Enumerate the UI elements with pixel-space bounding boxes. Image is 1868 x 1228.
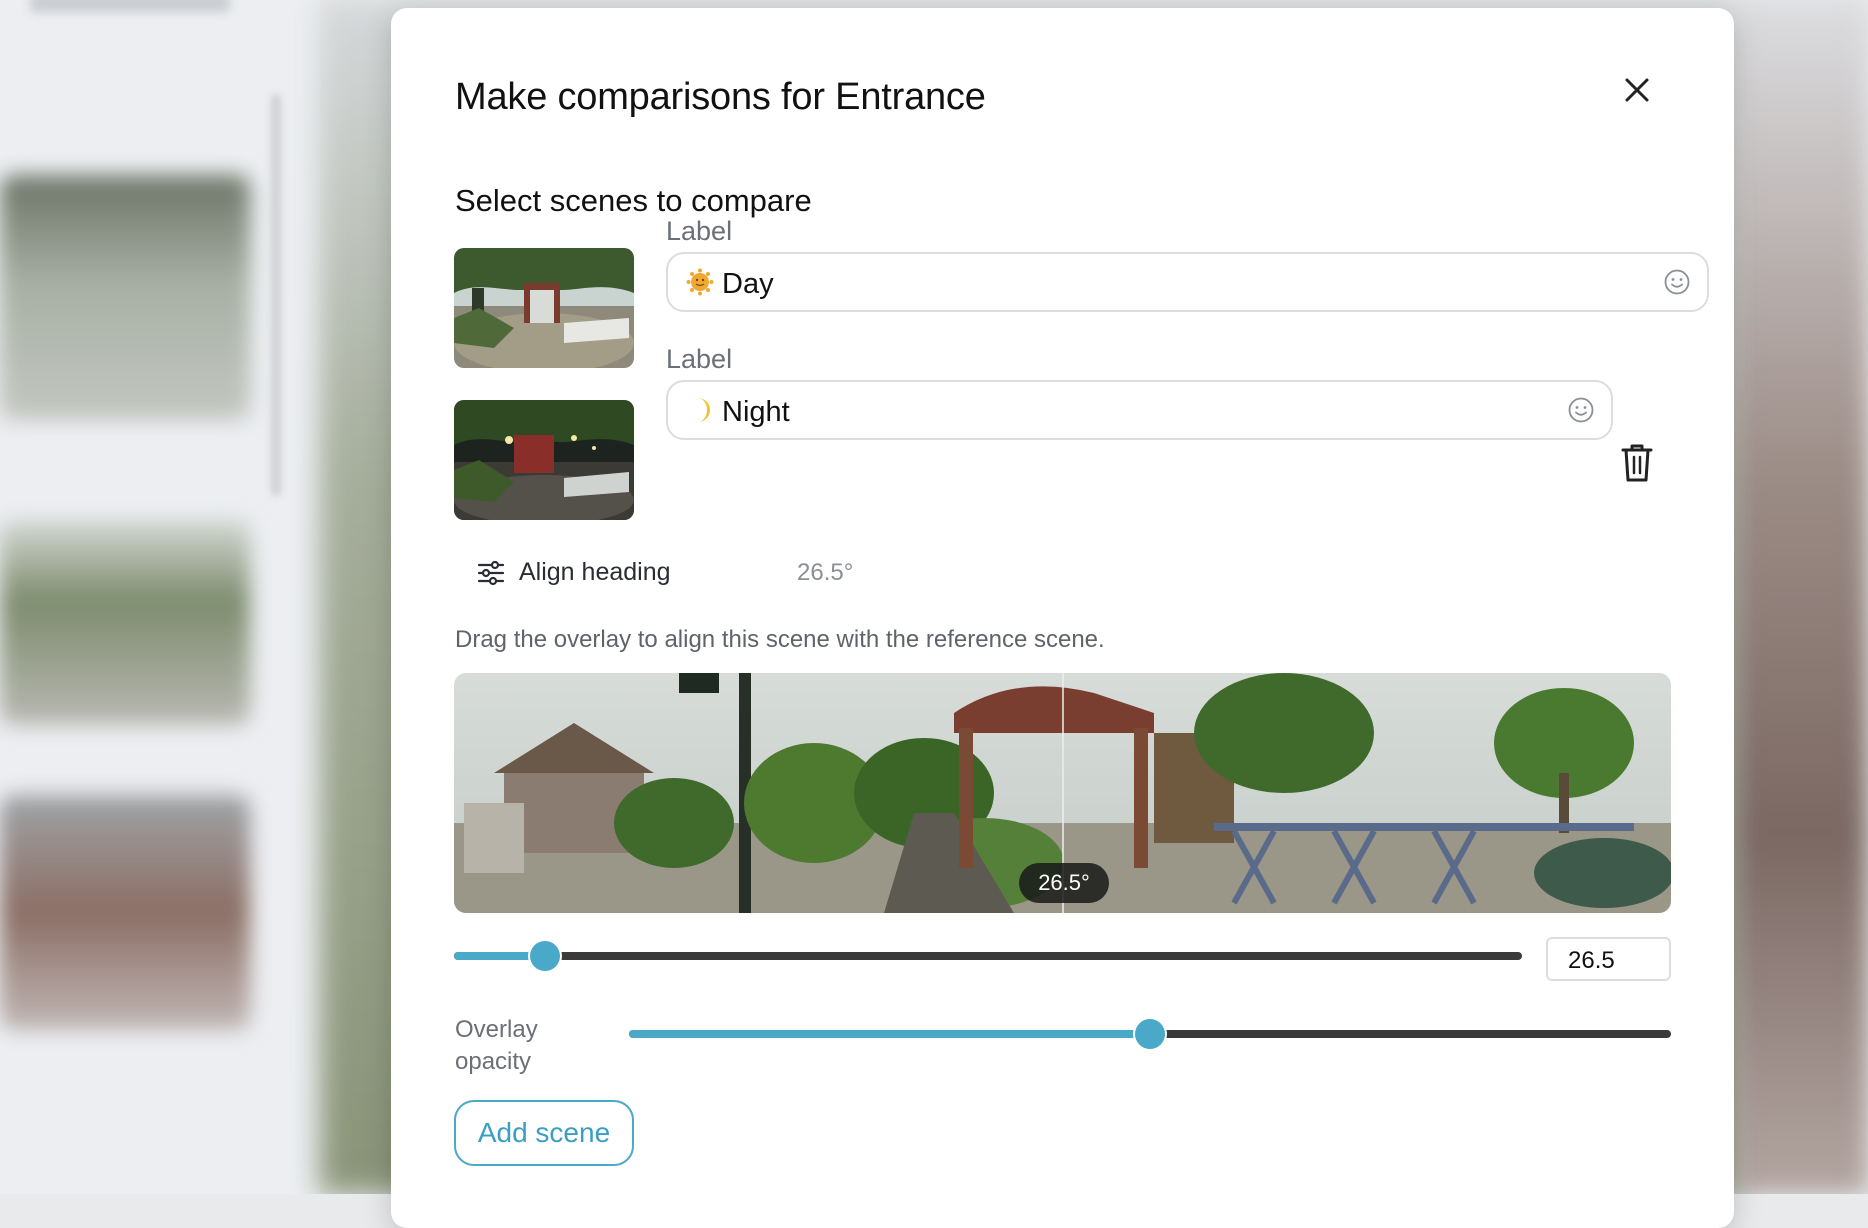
section-title: Select scenes to compare — [455, 183, 812, 218]
overlay-opacity-label-line: Overlay — [455, 1016, 538, 1043]
scene-label-input-night[interactable]: Night — [666, 380, 1613, 440]
add-scene-button[interactable]: Add scene — [454, 1100, 634, 1166]
sliders-icon — [477, 560, 505, 586]
scene-label-value: Day — [722, 268, 774, 300]
opacity-slider-fill — [629, 1030, 1150, 1038]
heading-slider-thumb[interactable] — [529, 941, 560, 971]
heading-badge: 26.5° — [1019, 863, 1109, 903]
align-heading-label: Align heading — [519, 558, 671, 586]
panorama-overlay[interactable]: 26.5° — [454, 673, 1671, 913]
delete-scene-button[interactable] — [1617, 440, 1657, 484]
background-scrollbar — [272, 95, 280, 495]
overlay-opacity-label-line: opacity — [455, 1048, 532, 1075]
scene-label-caption: Label — [666, 216, 733, 246]
emoji-picker-icon[interactable] — [1567, 396, 1595, 424]
sun-face-icon — [686, 268, 714, 296]
scene-label-value: Night — [722, 396, 790, 428]
scene-label-input-day[interactable]: Day — [666, 252, 1709, 312]
overlay-opacity-label: Overlay opacity — [455, 1014, 538, 1078]
background-right-panel — [1735, 0, 1868, 1194]
scene-thumbnail-night — [454, 400, 634, 520]
background-scene-card — [0, 795, 250, 1030]
emoji-picker-icon[interactable] — [1663, 268, 1691, 296]
background-scene-card — [0, 520, 250, 725]
modal-title: Make comparisons for Entrance — [455, 76, 986, 119]
scene-label-caption: Label — [666, 344, 733, 374]
close-button[interactable] — [1617, 70, 1657, 110]
scene-thumbnail-day — [454, 248, 634, 368]
background-scene-card — [0, 175, 250, 420]
trash-icon — [1621, 444, 1653, 482]
heading-number-input[interactable]: 26.5 — [1546, 937, 1671, 981]
crescent-moon-icon — [698, 398, 710, 422]
align-hint-text: Drag the overlay to align this scene wit… — [455, 626, 1105, 653]
modal-title-prefix: Make comparisons for — [455, 76, 825, 118]
background-title — [30, 0, 230, 12]
modal-title-subject: Entrance — [835, 76, 986, 118]
opacity-slider-thumb[interactable] — [1135, 1019, 1165, 1049]
heading-slider-track — [454, 952, 1522, 960]
align-heading-value: 26.5° — [797, 559, 854, 586]
comparison-modal: Make comparisons for Entrance Select sce… — [391, 8, 1734, 1228]
close-icon — [1625, 78, 1649, 102]
